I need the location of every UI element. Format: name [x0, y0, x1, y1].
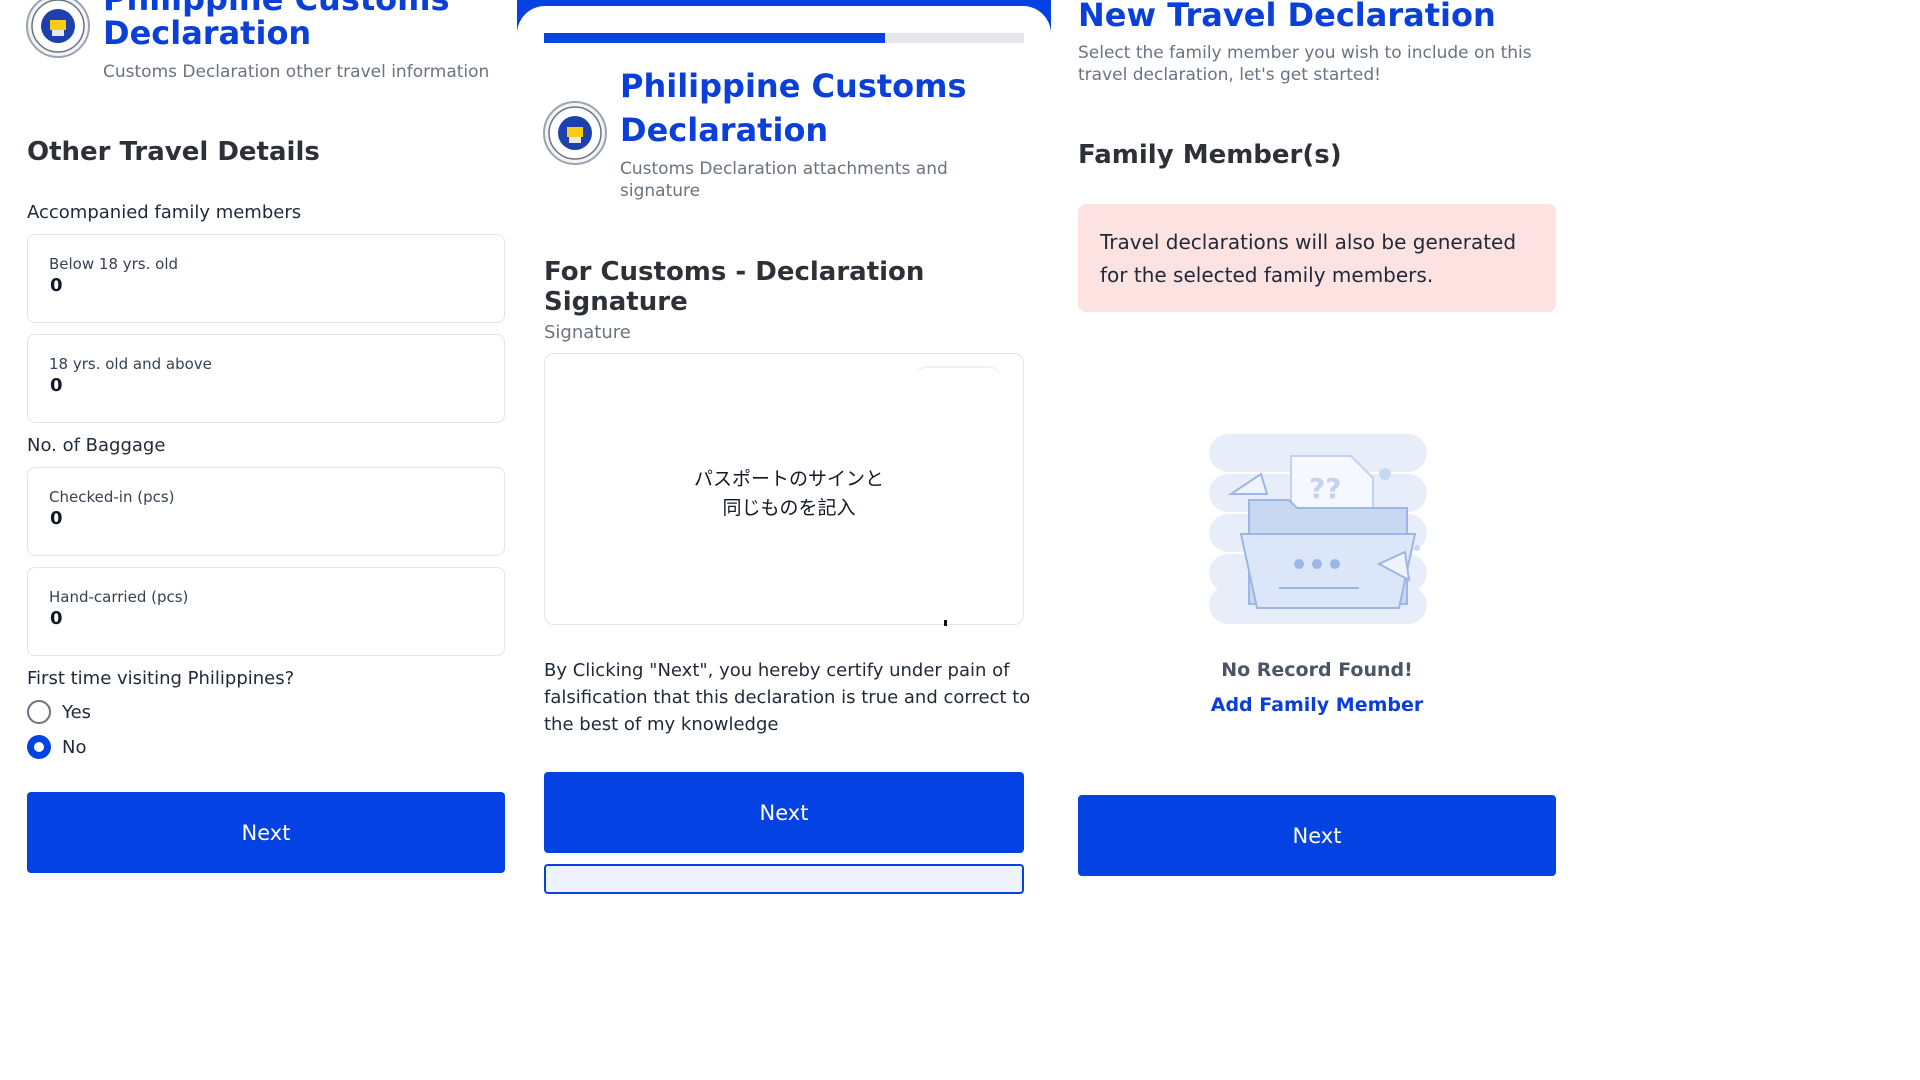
- below-18-field[interactable]: Below 18 yrs. old 0: [27, 234, 505, 323]
- page-subtitle-line1: Customs Declaration attachments and: [620, 159, 948, 179]
- checked-in-label: Checked-in (pcs): [49, 488, 175, 506]
- signature-clear-tab: [915, 366, 1001, 384]
- section-heading: Other Travel Details: [27, 137, 320, 167]
- hand-carried-label: Hand-carried (pcs): [49, 588, 189, 606]
- page-subtitle-line1: Select the family member you wish to inc…: [1078, 43, 1532, 63]
- page-subtitle: Customs Declaration other travel informa…: [103, 62, 490, 82]
- svg-text:??: ??: [1309, 472, 1341, 505]
- progress-bar: [544, 33, 1024, 43]
- empty-folder-illustration: ??: [1209, 434, 1427, 624]
- notice-line2: for the selected family members.: [1100, 263, 1434, 287]
- progress-fill: [544, 33, 885, 43]
- certify-line1: By Clicking "Next", you hereby certify u…: [544, 660, 1010, 681]
- below-18-value: 0: [50, 275, 63, 296]
- hand-carried-value: 0: [50, 608, 63, 629]
- customs-seal-icon: [26, 0, 90, 58]
- certify-line2: falsification that this declaration is t…: [544, 687, 1031, 708]
- checked-in-field[interactable]: Checked-in (pcs) 0: [27, 467, 505, 556]
- page-title-line1: Philippine Customs: [620, 67, 967, 105]
- radio-checked-icon[interactable]: [27, 735, 51, 759]
- checked-in-value: 0: [50, 508, 63, 529]
- section-heading: For Customs - Declaration Signature: [544, 257, 925, 317]
- hand-carried-field[interactable]: Hand-carried (pcs) 0: [27, 567, 505, 656]
- section-heading: Family Member(s): [1078, 140, 1342, 170]
- radio-no-label: No: [62, 737, 87, 758]
- first-time-question: First time visiting Philippines?: [27, 668, 295, 689]
- page-title: New Travel Declaration: [1078, 0, 1496, 34]
- secondary-button[interactable]: [544, 864, 1024, 894]
- page-title-line2: Declaration: [620, 111, 829, 149]
- notice-line1: Travel declarations will also be generat…: [1100, 230, 1517, 254]
- panel-family-members: New Travel Declaration Select the family…: [1051, 0, 1568, 882]
- radio-option-yes[interactable]: Yes: [27, 700, 147, 726]
- next-button[interactable]: Next: [27, 792, 505, 873]
- family-members-label: Accompanied family members: [27, 202, 302, 223]
- below-18-label: Below 18 yrs. old: [49, 255, 179, 273]
- customs-seal-icon: [543, 101, 607, 165]
- baggage-label: No. of Baggage: [27, 435, 166, 456]
- certify-line3: the best of my knowledge: [544, 714, 779, 735]
- add-family-member-link[interactable]: Add Family Member: [1051, 694, 1583, 716]
- page-subtitle-line2: travel declaration, let's get started!: [1078, 65, 1381, 85]
- radio-option-no[interactable]: No: [27, 735, 147, 761]
- page-subtitle-line2: signature: [620, 181, 701, 201]
- signature-hint-line1: パスポートのサインと: [693, 468, 884, 490]
- signature-hint-line2: 同じものを記入: [722, 497, 856, 519]
- radio-yes-label: Yes: [62, 702, 92, 723]
- above-18-label: 18 yrs. old and above: [49, 355, 212, 373]
- empty-state-title: No Record Found!: [1221, 659, 1413, 681]
- page-title-line2: Declaration: [103, 14, 312, 52]
- next-button[interactable]: Next: [1078, 795, 1556, 876]
- signature-stroke: [944, 620, 947, 626]
- above-18-value: 0: [50, 375, 63, 396]
- panel-other-travel-details: Philippine Customs Declaration Customs D…: [0, 0, 517, 882]
- radio-unchecked-icon[interactable]: [27, 700, 51, 724]
- next-button[interactable]: Next: [544, 772, 1024, 853]
- above-18-field[interactable]: 18 yrs. old and above 0: [27, 334, 505, 423]
- signature-label: Signature: [544, 322, 631, 343]
- panel-declaration-signature: Philippine Customs Declaration Customs D…: [517, 0, 1051, 906]
- notice-box: Travel declarations will also be generat…: [1078, 204, 1556, 312]
- signature-pad[interactable]: パスポートのサインと 同じものを記入: [544, 353, 1024, 626]
